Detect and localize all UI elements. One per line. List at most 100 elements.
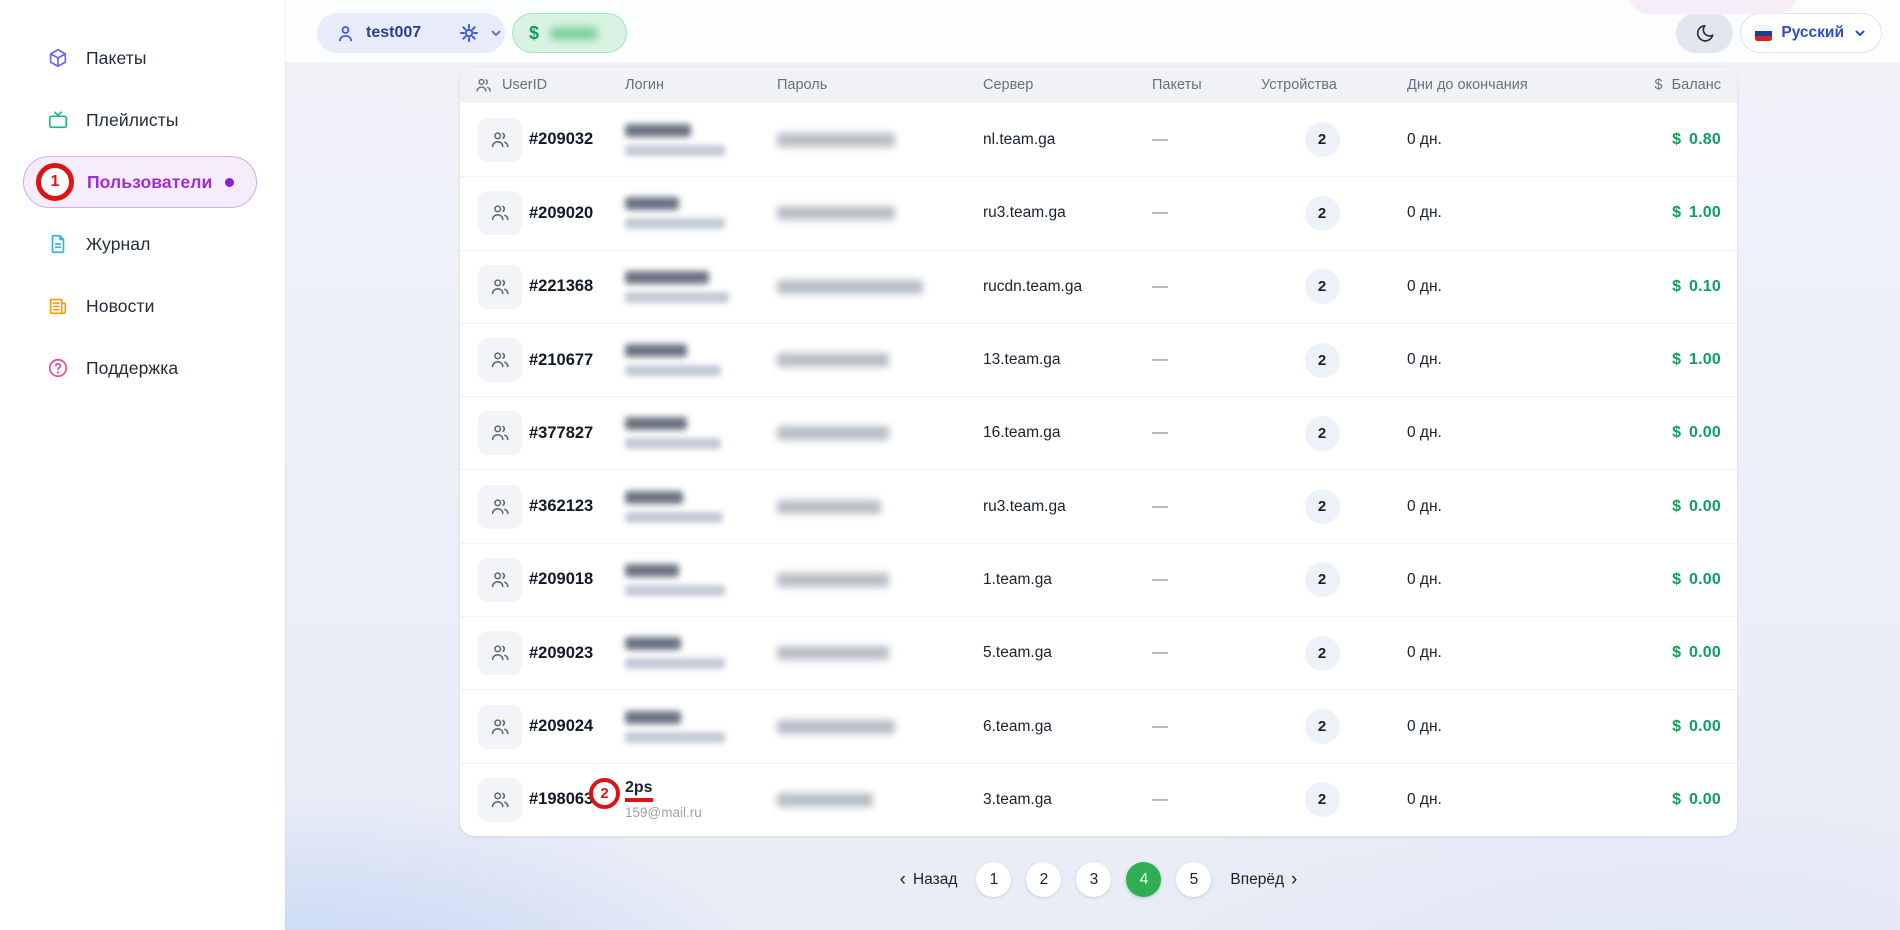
balance-value: 0.00 [1689, 571, 1721, 589]
sidebar-item-packages[interactable]: Пакеты [23, 32, 257, 84]
dollar-icon: $ [1672, 131, 1681, 149]
password-cell [777, 133, 983, 147]
theme-toggle-button[interactable] [1676, 13, 1733, 53]
user-id: #209032 [529, 130, 625, 149]
pagination-page-3[interactable]: 3 [1076, 862, 1111, 897]
balance-cell: $ 1.00 [1607, 351, 1721, 369]
days-remaining: 0 дн. [1407, 424, 1607, 442]
language-label: Русский [1781, 24, 1844, 42]
dollar-icon: $ [1672, 424, 1681, 442]
user-id: #209020 [529, 204, 625, 223]
balance-pill[interactable]: $ [512, 13, 627, 53]
password-cell [777, 646, 983, 660]
balance-cell: $ 0.00 [1607, 718, 1721, 736]
login-cell [625, 197, 777, 229]
pagination-page-4-active[interactable]: 4 [1126, 862, 1161, 897]
topbar: test007 $ Русский [285, 0, 1900, 63]
days-remaining: 0 дн. [1407, 571, 1607, 589]
moon-icon [1694, 22, 1716, 44]
pagination-prev-button[interactable]: ‹ Назад [896, 870, 962, 889]
chevron-down-icon[interactable] [489, 26, 503, 40]
table-row[interactable]: #209024 6.team.ga — 2 0 дн. $ 0.00 [460, 689, 1737, 762]
devices-badge: 2 [1305, 709, 1340, 744]
table-row[interactable]: #209018 1.team.ga — 2 0 дн. $ 0.00 [460, 543, 1737, 616]
password-redacted [777, 720, 895, 734]
table-row[interactable]: #198063 2ps 159@mail.ru 3.team.ga — 2 0 … [460, 763, 1737, 836]
login-redacted [625, 344, 777, 376]
balance-value: 0.00 [1689, 791, 1721, 809]
table-row[interactable]: #377827 16.team.ga — 2 0 дн. $ 0.00 [460, 396, 1737, 469]
language-selector[interactable]: Русский [1740, 13, 1882, 53]
balance-value: 0.00 [1689, 718, 1721, 736]
login-cell [625, 344, 777, 376]
password-cell [777, 280, 983, 294]
user-id: #362123 [529, 497, 625, 516]
sidebar-item-support[interactable]: Поддержка [23, 342, 257, 394]
pagination-page-1[interactable]: 1 [976, 862, 1011, 897]
table-row[interactable]: #210677 13.team.ga — 2 0 дн. $ 1.00 [460, 323, 1737, 396]
login-cell [625, 124, 777, 156]
password-cell [777, 206, 983, 220]
journal-icon [46, 232, 70, 256]
column-header-server: Сервер [983, 77, 1152, 93]
column-header-userid: UserID [474, 76, 625, 95]
chevron-left-icon: ‹ [900, 870, 906, 889]
days-remaining: 0 дн. [1407, 644, 1607, 662]
table-row[interactable]: #209020 ru3.team.ga — 2 0 дн. $ 1.00 [460, 176, 1737, 249]
table-row[interactable]: #209023 5.team.ga — 2 0 дн. $ 0.00 [460, 616, 1737, 689]
packages: — [1152, 351, 1261, 369]
account-menu[interactable]: test007 [317, 13, 505, 53]
server: 3.team.ga [983, 791, 1152, 809]
sidebar-item-news[interactable]: Новости [23, 280, 257, 332]
login-cell [625, 491, 777, 523]
packages: — [1152, 131, 1261, 149]
balance-cell: $ 0.80 [1607, 131, 1721, 149]
server: 6.team.ga [983, 718, 1152, 736]
server: 13.team.ga [983, 351, 1152, 369]
sidebar-item-playlists[interactable]: Плейлисты [23, 94, 257, 146]
tv-icon [46, 108, 70, 132]
username: test007 [366, 24, 421, 42]
days-remaining: 0 дн. [1407, 718, 1607, 736]
sidebar-item-label: Пакеты [86, 48, 147, 69]
pagination-next-button[interactable]: Вперёд › [1226, 870, 1301, 889]
dollar-icon: $ [1672, 644, 1681, 662]
devices-badge: 2 [1305, 269, 1340, 304]
dollar-icon: $ [1672, 278, 1681, 296]
table-row[interactable]: #221368 rucdn.team.ga — 2 0 дн. $ 0.10 [460, 250, 1737, 323]
packages: — [1152, 498, 1261, 516]
table-row[interactable]: #209032 nl.team.ga — 2 0 дн. $ 0.80 [460, 103, 1737, 176]
pagination-page-5[interactable]: 5 [1176, 862, 1211, 897]
sidebar-item-journal[interactable]: Журнал [23, 218, 257, 270]
package-icon [46, 46, 70, 70]
column-header-balance: $ Баланс [1607, 77, 1721, 93]
row-users-icon [478, 191, 522, 235]
gear-icon[interactable] [459, 23, 479, 43]
balance-cell: $ 0.00 [1607, 791, 1721, 809]
column-header-days: Дни до окончания [1407, 77, 1607, 93]
balance-value: 0.00 [1689, 498, 1721, 516]
password-redacted [777, 426, 889, 440]
dollar-icon: $ [1655, 77, 1663, 93]
sidebar-item-analytics[interactable]: Аналитика [23, 0, 257, 7]
login-value[interactable]: 2ps [625, 779, 653, 802]
balance-value: 1.00 [1689, 351, 1721, 369]
server: 16.team.ga [983, 424, 1152, 442]
balance-cell: $ 0.00 [1607, 644, 1721, 662]
pagination-page-2[interactable]: 2 [1026, 862, 1061, 897]
password-cell [777, 426, 983, 440]
password-redacted [777, 500, 881, 514]
balance-cell: $ 0.00 [1607, 571, 1721, 589]
help-icon [46, 356, 70, 380]
devices-badge: 2 [1305, 562, 1340, 597]
table-row[interactable]: #362123 ru3.team.ga — 2 0 дн. $ 0.00 [460, 469, 1737, 542]
devices-badge: 2 [1305, 782, 1340, 817]
packages: — [1152, 718, 1261, 736]
devices-badge: 2 [1305, 636, 1340, 671]
password-cell [777, 793, 983, 807]
password-redacted [777, 280, 923, 294]
login-redacted [625, 417, 777, 449]
password-redacted [777, 573, 889, 587]
column-header-packages: Пакеты [1152, 77, 1261, 93]
balance-cell: $ 0.10 [1607, 278, 1721, 296]
